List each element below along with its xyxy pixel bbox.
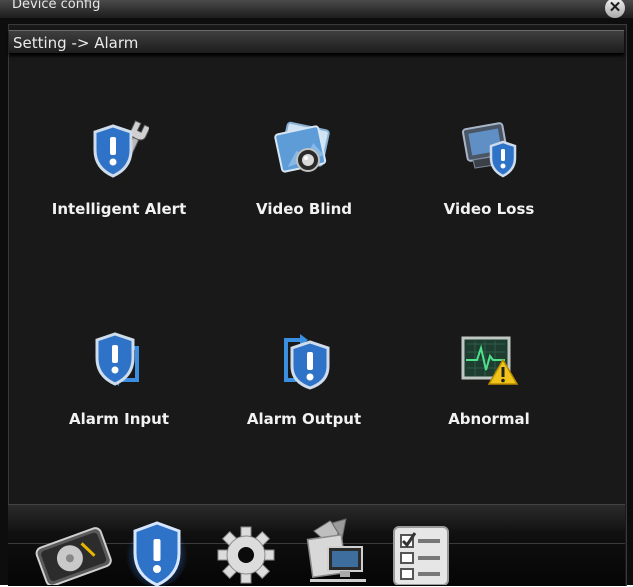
device-config-window: Device config ✕ Setting -> Alarm Intelli… — [0, 0, 633, 587]
intelligent-alert-button[interactable]: Intelligent Alert — [34, 120, 204, 240]
shield-wrench-icon — [93, 120, 149, 178]
gear-icon[interactable] — [216, 525, 276, 585]
tv-shield-icon — [462, 122, 517, 178]
photo-camera-icon — [274, 121, 330, 173]
alarm-input-button[interactable]: Alarm Input — [34, 330, 204, 450]
breadcrumb: Setting -> Alarm — [9, 30, 624, 54]
computer-tools-icon[interactable] — [302, 517, 368, 585]
alarm-output-button[interactable]: Alarm Output — [219, 330, 389, 450]
hard-disk-icon[interactable] — [33, 519, 113, 585]
monitor-warning-icon — [461, 336, 519, 385]
abnormal-button[interactable]: Abnormal — [404, 330, 574, 450]
breadcrumb-text: Setting -> Alarm — [13, 34, 139, 52]
intelligent-alert-label: Intelligent Alert — [51, 200, 187, 218]
alarm-shield-icon[interactable] — [126, 513, 188, 587]
shield-arrow-in-icon — [95, 332, 139, 386]
main-panel: Setting -> Alarm Intelligent Alert Video… — [8, 24, 627, 586]
shield-arrow-out-icon — [284, 334, 330, 390]
abnormal-label: Abnormal — [448, 410, 530, 428]
close-icon[interactable]: ✕ — [605, 0, 625, 18]
bottom-toolbar — [8, 504, 625, 587]
alarm-output-label: Alarm Output — [246, 410, 362, 428]
video-blind-label: Video Blind — [255, 200, 353, 218]
video-loss-label: Video Loss — [443, 200, 535, 218]
title-bar: Device config ✕ — [0, 0, 633, 18]
video-blind-button[interactable]: Video Blind — [219, 120, 389, 240]
alarm-input-label: Alarm Input — [69, 410, 169, 428]
window-title: Device config — [12, 0, 101, 12]
checklist-icon[interactable] — [388, 525, 452, 585]
video-loss-button[interactable]: Video Loss — [404, 120, 574, 240]
